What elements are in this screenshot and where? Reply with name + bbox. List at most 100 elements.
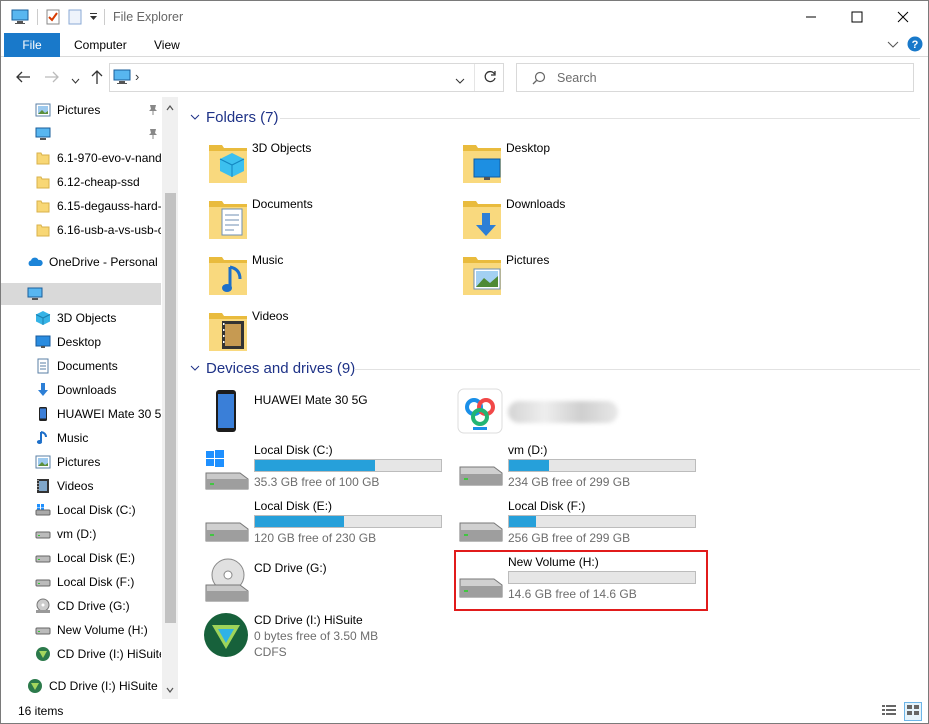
folder-item[interactable]: Downloads xyxy=(462,193,702,245)
group-divider xyxy=(354,369,920,370)
sidebar-item[interactable]: New Volume (H:) xyxy=(1,619,161,641)
sidebar-scroll-thumb[interactable] xyxy=(165,193,176,623)
sidebar-item[interactable]: HUAWEI Mate 30 5G xyxy=(1,403,161,425)
sidebar-item[interactable]: vm (D:) xyxy=(1,523,161,545)
sidebar-item-label: OneDrive - Personal xyxy=(49,255,158,269)
drive-item[interactable]: Local Disk (C:) 35.3 GB free of 100 GB xyxy=(202,443,452,499)
sidebar-item[interactable]: Music xyxy=(1,427,161,449)
sidebar-item[interactable]: Desktop xyxy=(1,331,161,353)
address-divider xyxy=(474,64,475,91)
close-button[interactable] xyxy=(880,1,926,33)
sidebar-item[interactable]: CD Drive (I:) HiSuite xyxy=(1,643,161,665)
sidebar-item[interactable]: CD Drive (G:) xyxy=(1,595,161,617)
drive-icon xyxy=(202,499,250,549)
drive-item[interactable] xyxy=(456,387,706,443)
search-box[interactable]: Search xyxy=(516,63,914,92)
tab-computer[interactable]: Computer xyxy=(74,33,127,57)
drive-item[interactable]: CD Drive (G:) xyxy=(202,555,452,611)
minimize-button[interactable] xyxy=(788,1,834,33)
back-button[interactable] xyxy=(15,70,31,87)
drive-item[interactable]: CD Drive (I:) HiSuite 0 bytes free of 3.5… xyxy=(202,611,452,667)
sidebar-item[interactable]: 6.16-usb-a-vs-usb-c xyxy=(1,219,161,241)
drive-icon xyxy=(456,443,504,493)
tab-file[interactable]: File xyxy=(4,33,60,57)
this-pc-icon[interactable] xyxy=(11,9,29,25)
address-dropdown-button[interactable] xyxy=(455,74,465,88)
sidebar-item[interactable]: Local Disk (E:) xyxy=(1,547,161,569)
properties-icon[interactable] xyxy=(45,9,61,25)
sidebar-item-label: Videos xyxy=(57,479,94,493)
expand-ribbon-button[interactable] xyxy=(887,39,899,53)
folder-label: 3D Objects xyxy=(252,141,312,155)
videos-icon xyxy=(35,478,51,494)
svg-text:?: ? xyxy=(912,39,919,51)
folders-group-header[interactable]: Folders (7) xyxy=(190,109,279,126)
title-separator xyxy=(104,9,105,25)
group-divider xyxy=(280,118,920,119)
drive-name: Local Disk (E:) xyxy=(254,499,333,513)
drive-item[interactable]: Local Disk (E:) 120 GB free of 230 GB xyxy=(202,499,452,555)
folder-item[interactable]: Pictures xyxy=(462,249,702,301)
sidebar-item-label: CD Drive (I:) HiSuite xyxy=(49,679,158,693)
windows-drive-icon xyxy=(35,502,51,518)
sidebar-item[interactable]: Videos xyxy=(1,475,161,497)
sidebar-item[interactable]: 6.12-cheap-ssd xyxy=(1,171,161,193)
sidebar-item[interactable]: Local Disk (C:) xyxy=(1,499,161,521)
drive-name: Local Disk (C:) xyxy=(254,443,333,457)
address-bar[interactable]: › xyxy=(109,63,504,92)
folder-item[interactable]: Music xyxy=(208,249,448,301)
arrow-left-icon xyxy=(16,71,30,83)
customize-toolbar-icon[interactable] xyxy=(89,9,99,25)
folder-item[interactable]: Videos xyxy=(208,305,448,357)
sidebar-item-label: HUAWEI Mate 30 5G xyxy=(57,407,161,421)
folder-item[interactable]: Documents xyxy=(208,193,448,245)
sidebar-item[interactable] xyxy=(1,283,161,305)
sidebar-item-label: Local Disk (C:) xyxy=(57,503,136,517)
capacity-bar xyxy=(254,515,442,528)
capacity-bar xyxy=(508,459,696,472)
breadcrumb-separator[interactable]: › xyxy=(135,69,139,84)
close-icon xyxy=(897,11,909,23)
sidebar-item[interactable]: OneDrive - Personal xyxy=(1,251,161,273)
sidebar-item[interactable]: 6.1-970-evo-v-nand xyxy=(1,147,161,169)
maximize-button[interactable] xyxy=(834,1,880,33)
drive-item[interactable]: Local Disk (F:) 256 GB free of 299 GB xyxy=(456,499,706,555)
sidebar-item[interactable]: Documents xyxy=(1,355,161,377)
drive-name: HUAWEI Mate 30 5G xyxy=(254,393,368,407)
drive-item[interactable]: vm (D:) 234 GB free of 299 GB xyxy=(456,443,706,499)
sidebar-item[interactable] xyxy=(1,123,161,145)
tiles-view-button[interactable] xyxy=(904,702,922,721)
sidebar-item[interactable]: Downloads xyxy=(1,379,161,401)
drive-icon xyxy=(35,526,51,542)
scroll-down-icon[interactable] xyxy=(166,687,174,693)
pin-icon xyxy=(148,128,158,140)
forward-button[interactable] xyxy=(44,70,60,87)
sidebar-item-label: Documents xyxy=(57,359,118,373)
pictures-icon xyxy=(462,249,502,299)
sidebar-item[interactable]: CD Drive (I:) HiSuite xyxy=(1,675,161,697)
scroll-up-icon[interactable] xyxy=(166,105,174,111)
devices-group-header[interactable]: Devices and drives (9) xyxy=(190,360,355,377)
drive-filesystem: CDFS xyxy=(254,645,287,659)
help-button[interactable]: ? xyxy=(907,36,923,55)
sidebar-item[interactable]: Pictures xyxy=(1,451,161,473)
recent-locations-button[interactable] xyxy=(71,73,80,87)
new-folder-icon[interactable] xyxy=(68,9,82,25)
highlight-box xyxy=(454,550,708,611)
drive-item[interactable]: HUAWEI Mate 30 5G xyxy=(202,387,452,443)
sidebar-item[interactable]: 6.15-degauss-hard- xyxy=(1,195,161,217)
sidebar-item-label: Pictures xyxy=(57,455,101,469)
details-view-button[interactable] xyxy=(881,703,897,720)
refresh-button[interactable] xyxy=(483,70,497,87)
folder-item[interactable]: 3D Objects xyxy=(208,137,448,189)
tab-view[interactable]: View xyxy=(154,33,180,57)
sidebar-item[interactable]: Pictures xyxy=(1,99,161,121)
sidebar-item[interactable]: Local Disk (F:) xyxy=(1,571,161,593)
up-button[interactable] xyxy=(90,69,104,88)
downloads-icon xyxy=(35,382,51,398)
sidebar-item[interactable]: 3D Objects xyxy=(1,307,161,329)
folder-item[interactable]: Desktop xyxy=(462,137,702,189)
phone-icon xyxy=(35,406,51,422)
chevron-down-icon xyxy=(71,78,80,84)
file-explorer-window: File Explorer File Computer View ? › Sea… xyxy=(0,0,929,724)
